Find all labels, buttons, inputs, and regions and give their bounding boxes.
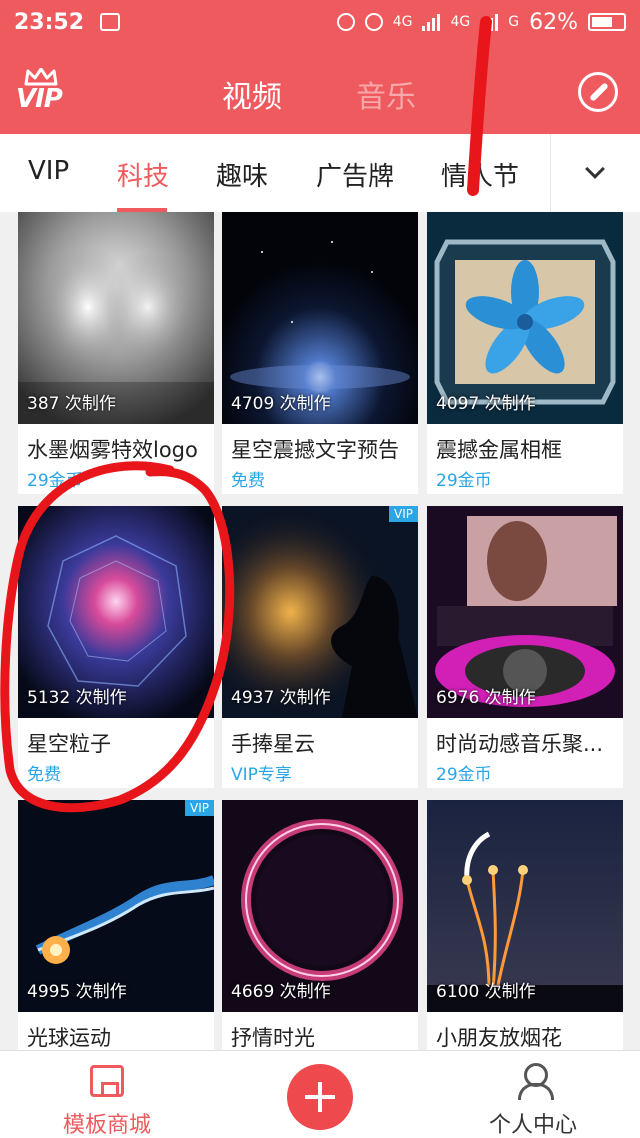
template-thumbnail: 4097 次制作 xyxy=(427,212,623,424)
signal-icon-2 xyxy=(480,13,499,31)
tab-music[interactable]: 音乐 xyxy=(356,72,416,116)
template-card[interactable]: 4097 次制作 震撼金属相框 29金币 xyxy=(427,212,623,494)
compass-icon[interactable] xyxy=(578,72,618,112)
template-price: 免费 xyxy=(231,471,265,491)
usage-count: 4669 次制作 xyxy=(231,982,331,1002)
template-card[interactable]: 387 次制作 水墨烟雾特效logo 29金币 xyxy=(18,212,214,494)
create-button[interactable] xyxy=(287,1064,353,1130)
template-card[interactable]: 6100 次制作 小朋友放烟花 xyxy=(427,800,623,1050)
template-title: 震撼金属相框 xyxy=(436,438,562,462)
template-price: 29金币 xyxy=(27,471,83,491)
template-title: 水墨烟雾特效logo xyxy=(27,438,198,462)
template-thumbnail: 5132 次制作 xyxy=(18,506,214,718)
template-card[interactable]: VIP 4995 次制作 光球运动 xyxy=(18,800,214,1050)
category-valentines[interactable]: 情人节 xyxy=(441,156,519,193)
usage-count: 387 次制作 xyxy=(27,394,116,414)
template-grid: 387 次制作 水墨烟雾特效logo 29金币 4709 次制作 星空震撼文字预… xyxy=(0,212,640,1050)
battery-icon xyxy=(588,13,626,31)
usage-count: 4097 次制作 xyxy=(436,394,536,414)
template-card[interactable]: VIP 4937 次制作 手捧星云 VIP专享 xyxy=(222,506,418,788)
template-price: 29金币 xyxy=(436,471,492,491)
category-more-button[interactable] xyxy=(550,134,640,212)
nav-template-store-label: 模板商城 xyxy=(62,1113,151,1138)
status-time: 23:52 xyxy=(14,9,85,35)
vip-badge: VIP xyxy=(185,800,214,816)
alarm-icon xyxy=(364,13,383,31)
template-thumbnail: 6100 次制作 xyxy=(427,800,623,1012)
usage-count: 6976 次制作 xyxy=(436,688,536,708)
usage-count: 4937 次制作 xyxy=(231,688,331,708)
category-vip[interactable]: VIP xyxy=(28,156,69,186)
template-title: 抒情时光 xyxy=(231,1026,315,1050)
app-header: VIP 视频 音乐 xyxy=(0,44,640,134)
usage-count: 5132 次制作 xyxy=(27,688,127,708)
template-card[interactable]: 6976 次制作 时尚动感音乐聚... 29金币 xyxy=(427,506,623,788)
template-price: 29金币 xyxy=(436,765,492,785)
template-thumbnail: VIP 4937 次制作 xyxy=(222,506,418,718)
template-title: 时尚动感音乐聚... xyxy=(436,732,604,756)
template-thumbnail: VIP 4995 次制作 xyxy=(18,800,214,1012)
screenshot-icon xyxy=(100,13,121,31)
template-title: 光球运动 xyxy=(27,1026,111,1050)
vip-logo[interactable]: VIP xyxy=(16,68,66,114)
status-bar: 23:52 4G 4G G 62% xyxy=(0,0,640,44)
network-label-3: G xyxy=(508,14,520,30)
usage-count: 4709 次制作 xyxy=(231,394,331,414)
template-title: 小朋友放烟花 xyxy=(436,1026,562,1050)
tab-video[interactable]: 视频 xyxy=(222,72,282,116)
vip-badge: VIP xyxy=(389,506,418,522)
battery-percent: 62% xyxy=(529,9,578,35)
nav-personal-center-label: 个人中心 xyxy=(488,1113,577,1138)
bottom-navigation: 模板商城 个人中心 xyxy=(0,1050,640,1138)
category-bar: VIP 科技 趣味 广告牌 情人节 xyxy=(0,134,640,212)
location-icon xyxy=(336,13,355,31)
template-title: 星空震撼文字预告 xyxy=(231,438,399,462)
template-price: 免费 xyxy=(27,765,61,785)
store-icon xyxy=(90,1065,124,1097)
template-title: 手捧星云 xyxy=(231,732,315,756)
template-thumbnail: 6976 次制作 xyxy=(427,506,623,718)
network-label-1: 4G xyxy=(392,14,413,30)
category-billboard[interactable]: 广告牌 xyxy=(316,156,394,193)
network-label-2: 4G xyxy=(450,14,471,30)
template-title: 星空粒子 xyxy=(27,732,111,756)
template-thumbnail: 387 次制作 xyxy=(18,212,214,424)
user-icon xyxy=(516,1061,554,1100)
template-price: VIP专享 xyxy=(231,765,292,785)
template-thumbnail: 4709 次制作 xyxy=(222,212,418,424)
signal-icon-1 xyxy=(422,13,441,31)
chevron-down-icon xyxy=(585,159,605,179)
usage-count: 4995 次制作 xyxy=(27,982,127,1002)
status-indicators: 4G 4G G 62% xyxy=(336,9,626,35)
template-card[interactable]: 4709 次制作 星空震撼文字预告 免费 xyxy=(222,212,418,494)
template-card[interactable]: 4669 次制作 抒情时光 xyxy=(222,800,418,1050)
category-fun[interactable]: 趣味 xyxy=(216,156,268,193)
category-tech[interactable]: 科技 xyxy=(117,156,169,193)
template-thumbnail: 4669 次制作 xyxy=(222,800,418,1012)
usage-count: 6100 次制作 xyxy=(436,982,536,1002)
vip-logo-text: VIP xyxy=(16,84,63,114)
template-card[interactable]: 5132 次制作 星空粒子 免费 xyxy=(18,506,214,788)
